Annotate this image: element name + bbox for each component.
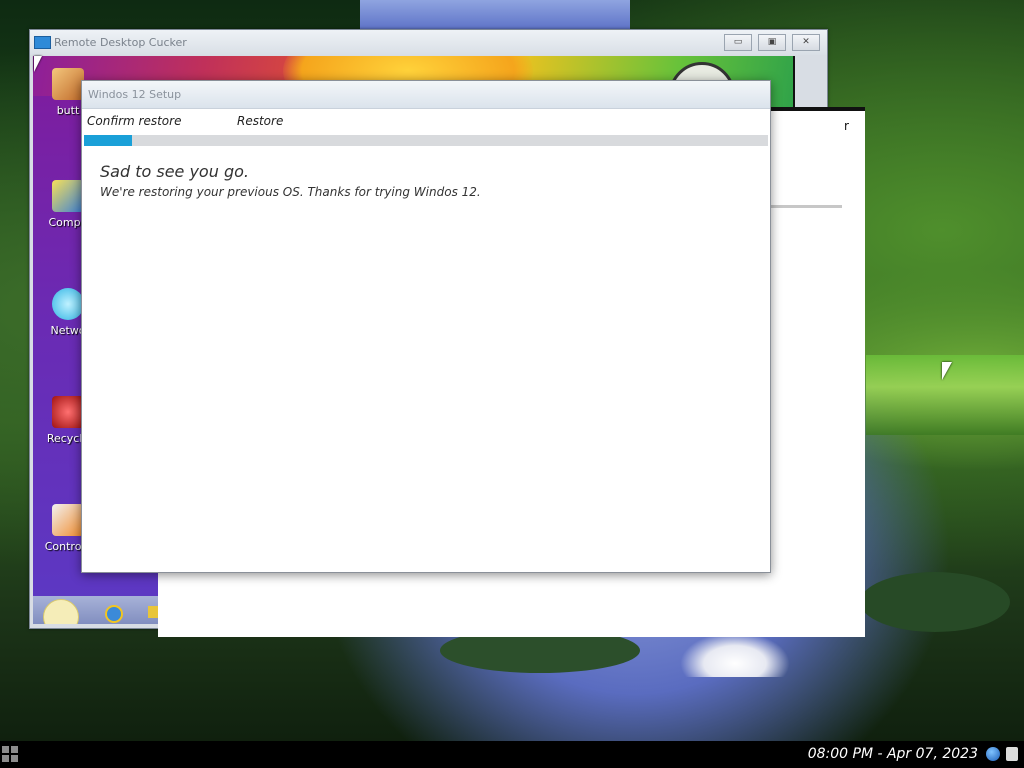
remote-taskbar <box>33 596 162 624</box>
setup-titlebar[interactable]: Windos 12 Setup <box>82 81 770 109</box>
taskbar-clock[interactable]: 08:00 PM - Apr 07, 2023 <box>808 746 978 762</box>
background-window-text: r <box>844 119 849 133</box>
wallpaper-lotus <box>680 632 790 677</box>
user-folder-icon <box>52 68 84 100</box>
remote-desktop-titlebar[interactable]: Remote Desktop Cucker ▭ ▣ ✕ <box>30 30 827 55</box>
computer-icon <box>52 180 84 212</box>
restore-button[interactable]: ▣ <box>758 34 786 51</box>
start-tile <box>11 755 18 762</box>
setup-steps: Confirm restore Restore <box>82 108 770 134</box>
browser-icon[interactable] <box>105 605 123 623</box>
cursor-icon <box>34 56 42 72</box>
window-title: Remote Desktop Cucker <box>54 36 187 49</box>
background-window-divider <box>770 205 842 208</box>
network-globe-icon[interactable] <box>986 747 1000 761</box>
control-panel-icon <box>52 504 84 536</box>
recycle-bin-icon <box>52 396 84 428</box>
start-tile <box>2 746 9 753</box>
desktop-icon-label: butt <box>56 104 80 117</box>
smiley-start-icon[interactable] <box>43 599 79 624</box>
setup-heading: Sad to see you go. <box>100 162 249 181</box>
start-tile <box>2 755 9 762</box>
network-icon <box>52 288 84 320</box>
progress-bar <box>84 135 768 146</box>
step-confirm-restore: Confirm restore <box>87 114 182 128</box>
taskbar: 08:00 PM - Apr 07, 2023 <box>0 741 1024 768</box>
start-button[interactable] <box>2 746 18 762</box>
close-button[interactable]: ✕ <box>792 34 820 51</box>
mouse-cursor-icon <box>942 362 952 380</box>
wallpaper-lilypad <box>860 572 1010 632</box>
step-restore: Restore <box>237 114 284 128</box>
minimize-button[interactable]: ▭ <box>724 34 752 51</box>
progress-bar-fill <box>84 135 132 146</box>
setup-description: We're restoring your previous OS. Thanks… <box>100 185 481 199</box>
user-icon[interactable] <box>1006 747 1018 761</box>
wallpaper-sky <box>360 0 630 30</box>
setup-title: Windos 12 Setup <box>88 88 182 101</box>
start-tile <box>11 746 18 753</box>
monitor-icon <box>34 36 51 49</box>
setup-dialog[interactable]: Windos 12 Setup Confirm restore Restore … <box>81 80 771 573</box>
